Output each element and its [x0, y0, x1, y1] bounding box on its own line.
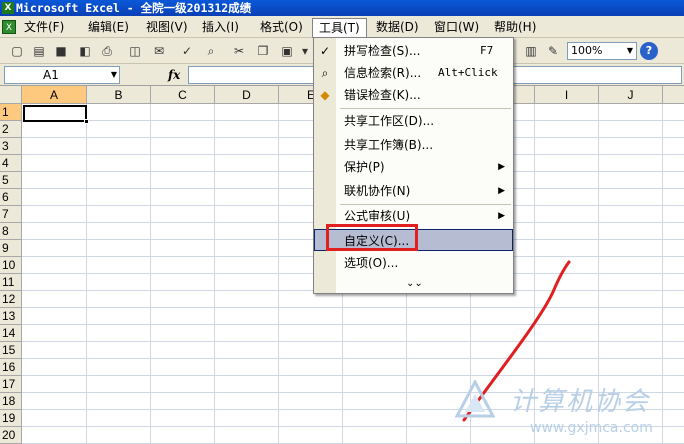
watermark-url: www.gxjmca.com	[530, 420, 653, 436]
watermark-text: 计算机协会	[510, 387, 651, 417]
annotation-red-line	[462, 260, 571, 422]
watermark-logo-icon	[455, 380, 495, 418]
